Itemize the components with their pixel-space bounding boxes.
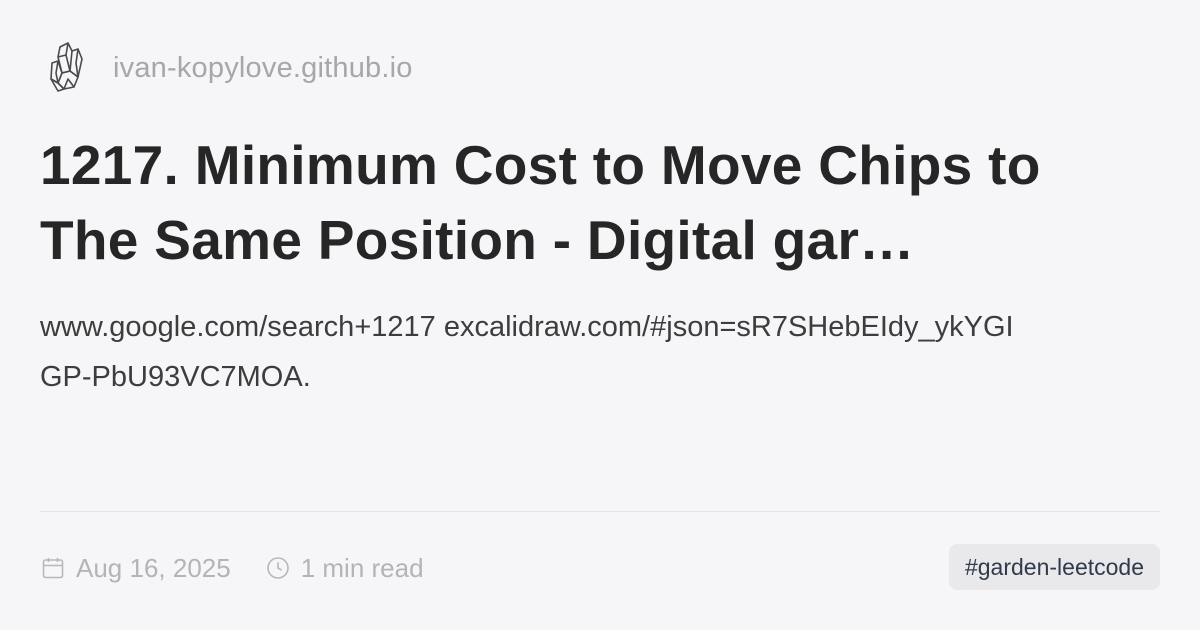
- page-title: 1217. Minimum Cost to Move Chips to The …: [40, 134, 1041, 271]
- calendar-icon: [40, 555, 66, 581]
- site-header[interactable]: ivan-kopylove.github.io: [47, 40, 413, 96]
- divider: [40, 511, 1160, 512]
- tag-garden-leetcode[interactable]: #garden-leetcode: [948, 544, 1160, 590]
- page-description: www.google.com/search+1217 excalidraw.co…: [40, 311, 1014, 393]
- clock-icon: [265, 555, 291, 581]
- read-time-label: 1 min read: [300, 552, 424, 583]
- post-date: Aug 16, 2025: [40, 553, 231, 584]
- post-date-label: Aug 16, 2025: [76, 552, 231, 583]
- read-time: 1 min read: [265, 553, 424, 584]
- post-meta: Aug 16, 2025 1 min read: [40, 546, 458, 590]
- og-card: ivan-kopylove.github.io 1217. Minimum Co…: [0, 0, 1200, 630]
- site-name[interactable]: ivan-kopylove.github.io: [113, 52, 413, 85]
- crystal-logo-icon: [47, 40, 87, 96]
